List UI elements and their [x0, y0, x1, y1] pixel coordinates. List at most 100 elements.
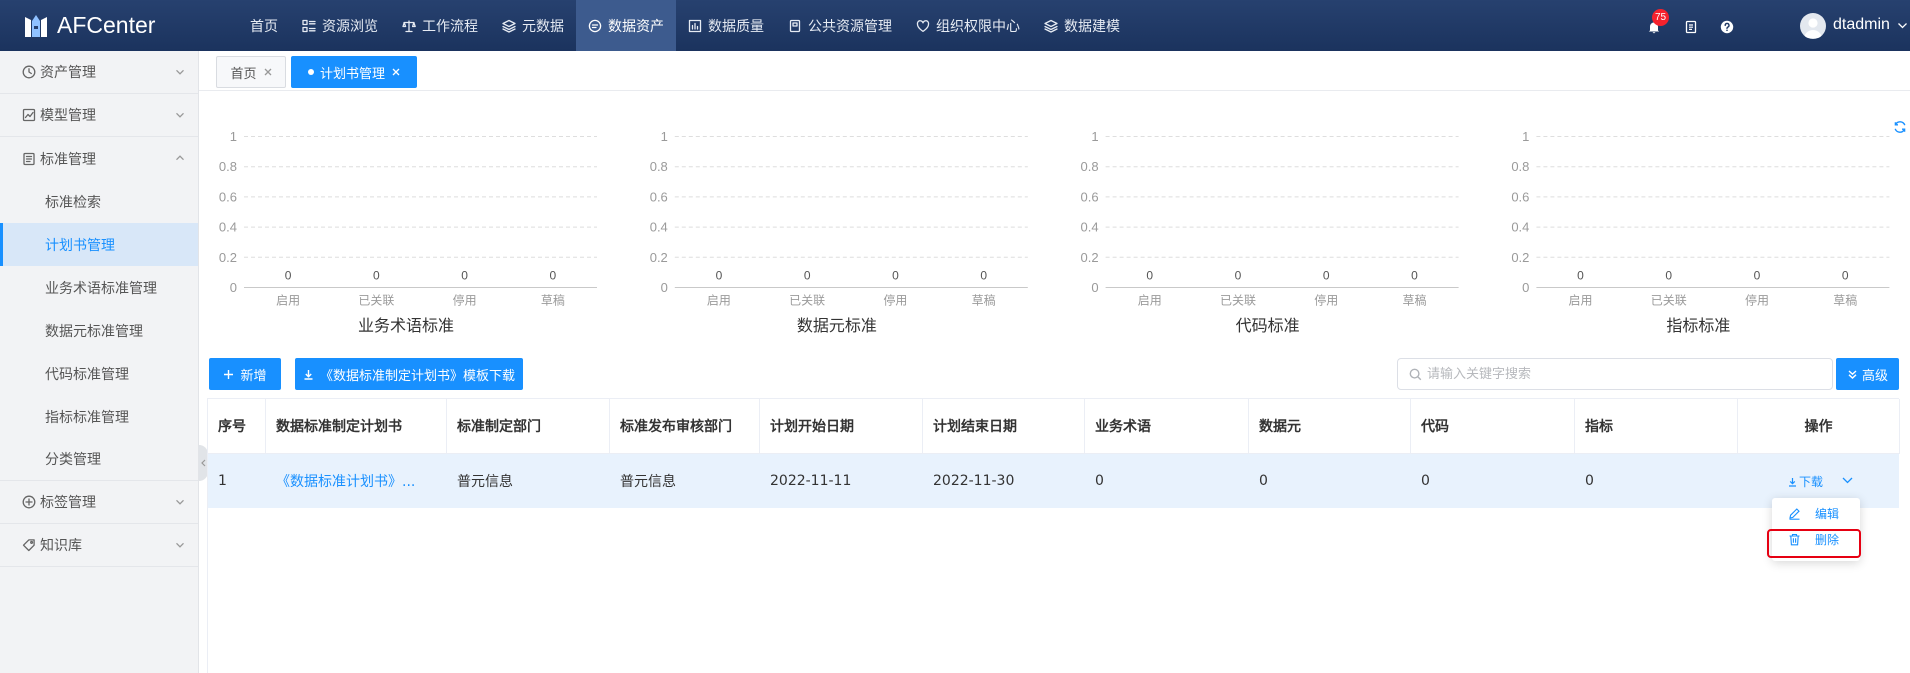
sidebar-group-label: 模型管理 [40, 108, 96, 124]
refresh-icon[interactable] [1893, 120, 1907, 134]
chart-title: 代码标准 [1236, 316, 1300, 335]
layers-icon [1044, 19, 1058, 33]
add-button[interactable]: 新增 [209, 358, 281, 390]
column-header[interactable]: 指标 [1575, 399, 1738, 454]
sidebar-group-standard-management[interactable]: 标准管理 [0, 137, 198, 180]
column-header[interactable]: 计划开始日期 [760, 399, 923, 454]
nav-item-metadata[interactable]: 元数据 [490, 0, 576, 51]
nav-item-data-assets[interactable]: 数据资产 [576, 0, 676, 51]
sidebar-item-data-element-standards[interactable]: 数据元标准管理 [0, 309, 198, 352]
advanced-search-button[interactable]: 高级 [1836, 358, 1899, 390]
chart-title: 数据元标准 [797, 316, 877, 335]
nav-item-label: 公共资源管理 [808, 18, 892, 35]
sidebar-group-label: 知识库 [40, 538, 82, 554]
app-name: AFCenter [57, 12, 156, 38]
nav-item-resource-browse[interactable]: 资源浏览 [290, 0, 390, 51]
column-header[interactable]: 标准发布审核部门 [610, 399, 760, 454]
sidebar-group-tag-management[interactable]: 标签管理 [0, 481, 198, 524]
template-download-button[interactable]: 《数据标准制定计划书》模板下载 [295, 358, 523, 390]
close-icon[interactable] [392, 68, 400, 76]
sidebar-item-label: 代码标准管理 [45, 366, 129, 383]
y-tick-label: 0.6 [650, 189, 668, 204]
bar-chart-icon [688, 19, 702, 33]
menu-item-delete[interactable]: 删除 [1772, 527, 1860, 553]
data-label: 0 [1235, 269, 1242, 283]
menu-item-edit[interactable]: 编辑 [1772, 501, 1860, 527]
column-header[interactable]: 数据标准制定计划书 [266, 399, 447, 454]
y-tick-label: 0.2 [1081, 250, 1099, 265]
afcenter-logo-icon [22, 12, 50, 40]
sidebar-item-standard-search[interactable]: 标准检索 [0, 180, 198, 223]
nav-item-data-modeling[interactable]: 数据建模 [1032, 0, 1132, 51]
sidebar-group-model-management[interactable]: 模型管理 [0, 94, 198, 137]
column-header[interactable]: 标准制定部门 [447, 399, 610, 454]
x-tick-label: 已关联 [789, 294, 825, 308]
chevron-down-icon[interactable] [1842, 476, 1853, 485]
nav-item-home[interactable]: 首页 [238, 0, 290, 51]
avatar[interactable] [1800, 13, 1826, 39]
nav-item-org-permissions[interactable]: 组织权限中心 [904, 0, 1032, 51]
nav-item-data-quality[interactable]: 数据质量 [676, 0, 776, 51]
heart-icon [916, 19, 930, 33]
username[interactable]: dtadmin [1833, 14, 1890, 36]
sidebar-item-label: 指标标准管理 [45, 409, 129, 426]
tab-plan-management[interactable]: 计划书管理 [291, 56, 417, 88]
plus-circle-icon [22, 495, 36, 509]
cell-index: 1 [218, 473, 227, 489]
column-header: 操作 [1738, 399, 1900, 454]
column-header[interactable]: 业务术语 [1085, 399, 1249, 454]
x-tick-label: 草稿 [1402, 293, 1426, 308]
sidebar-item-business-term-standards[interactable]: 业务术语标准管理 [0, 266, 198, 309]
y-tick-label: 0.2 [1511, 250, 1529, 265]
sidebar-item-indicator-standards[interactable]: 指标标准管理 [0, 395, 198, 438]
chart-3: 0 0.2 0.4 0.6 0.8 1 0 启用 0 已关联 0 停用 0 草稿代码标准 [1081, 129, 1459, 335]
chart-title: 业务术语标准 [358, 316, 454, 335]
search-input[interactable] [1398, 359, 1832, 389]
x-tick-label: 草稿 [1833, 293, 1857, 308]
cell-business-terms: 0 [1095, 473, 1104, 489]
nav-item-workflow[interactable]: 工作流程 [390, 0, 490, 51]
column-header[interactable]: 代码 [1411, 399, 1575, 454]
plan-table: 序号 数据标准制定计划书 标准制定部门 标准发布审核部门 计划开始日期 计划结束… [207, 398, 1900, 673]
sidebar-item-code-standards[interactable]: 代码标准管理 [0, 352, 198, 395]
x-tick-label: 启用 [276, 294, 300, 308]
x-tick-label: 草稿 [541, 293, 565, 308]
column-header[interactable]: 数据元 [1249, 399, 1411, 454]
nav-item-public-resources[interactable]: 公共资源管理 [776, 0, 904, 51]
tab-home[interactable]: 首页 [216, 56, 286, 88]
document-icon [788, 19, 802, 33]
sidebar-group-asset-management[interactable]: 资产管理 [0, 51, 198, 94]
x-tick-label: 停用 [453, 293, 477, 308]
search-field[interactable] [1397, 358, 1833, 390]
row-actions-menu: 编辑 删除 [1772, 498, 1860, 561]
sidebar-group-knowledge-base[interactable]: 知识库 [0, 524, 198, 567]
data-label: 0 [1577, 269, 1584, 283]
plan-link[interactable]: 《数据标准计划书》... [276, 471, 415, 491]
data-label: 0 [1323, 269, 1330, 283]
x-tick-label: 已关联 [1651, 294, 1687, 308]
notification-badge[interactable]: 75 [1652, 9, 1670, 26]
x-tick-label: 停用 [1314, 293, 1338, 308]
download-icon [303, 369, 314, 380]
plus-icon [223, 369, 234, 380]
chevron-down-icon[interactable] [1897, 20, 1908, 31]
document-list-icon[interactable] [1684, 20, 1698, 34]
cell-review-department: 普元信息 [620, 474, 676, 490]
sidebar-item-label: 分类管理 [45, 452, 101, 468]
tag-icon [22, 538, 36, 552]
statistics-charts: 0 0.2 0.4 0.6 0.8 1 0 启用 0 已关联 0 停用 0 草稿业务术语标准 0 0.2 0.4… [219, 129, 1890, 335]
cell-plan: 《数据标准计划书》... [266, 454, 447, 508]
edit-icon [1788, 507, 1801, 520]
column-header[interactable]: 计划结束日期 [923, 399, 1085, 454]
close-icon[interactable] [264, 68, 272, 76]
sidebar-item-category-management[interactable]: 分类管理 [0, 438, 198, 481]
download-link[interactable]: 下载 [1788, 473, 1823, 490]
column-header[interactable]: 序号 [208, 399, 266, 454]
cell-start-date: 2022-11-11 [770, 473, 852, 489]
help-icon[interactable] [1720, 20, 1734, 34]
data-label: 0 [1842, 269, 1849, 283]
table-row[interactable]: 1 《数据标准计划书》... 普元信息 普元信息 2022-11-11 2022… [208, 454, 1899, 508]
sidebar-item-plan-management[interactable]: 计划书管理 [0, 223, 198, 266]
app-logo[interactable]: AFCenter [22, 10, 155, 41]
sidebar-item-label: 数据元标准管理 [45, 323, 143, 340]
